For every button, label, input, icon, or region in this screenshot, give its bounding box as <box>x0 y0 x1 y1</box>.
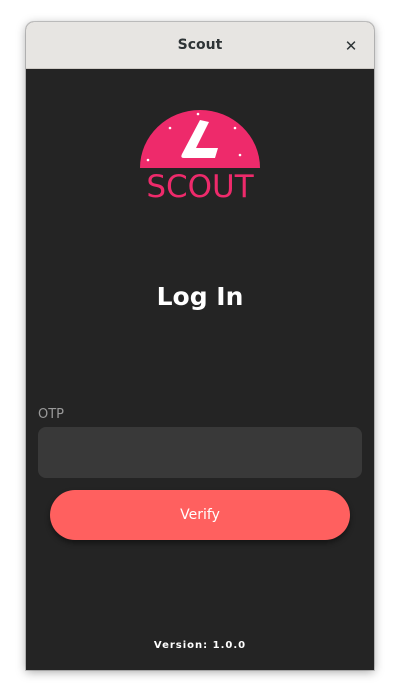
logo-dot <box>168 126 172 130</box>
logo-dot <box>146 158 150 162</box>
close-icon[interactable]: ✕ <box>340 35 362 57</box>
logo-dot <box>196 112 200 116</box>
logo-dot <box>233 126 237 130</box>
logo-wordmark: SCOUT <box>146 169 254 202</box>
app-window: Scout ✕ SCOUT Log In OTP Verify Version:… <box>26 22 374 670</box>
otp-label: OTP <box>38 407 65 422</box>
verify-button[interactable]: Verify <box>50 490 350 540</box>
page-title: Log In <box>156 282 244 311</box>
otp-field[interactable] <box>38 427 362 478</box>
title-bar[interactable]: Scout ✕ <box>26 22 374 69</box>
scout-logo: SCOUT <box>140 110 260 202</box>
version-text: Version: 1.0.0 <box>153 640 247 651</box>
logo-dot <box>238 153 242 157</box>
login-screen: SCOUT Log In OTP Verify Version: 1.0.0 <box>26 70 374 670</box>
window-title: Scout <box>177 37 223 53</box>
